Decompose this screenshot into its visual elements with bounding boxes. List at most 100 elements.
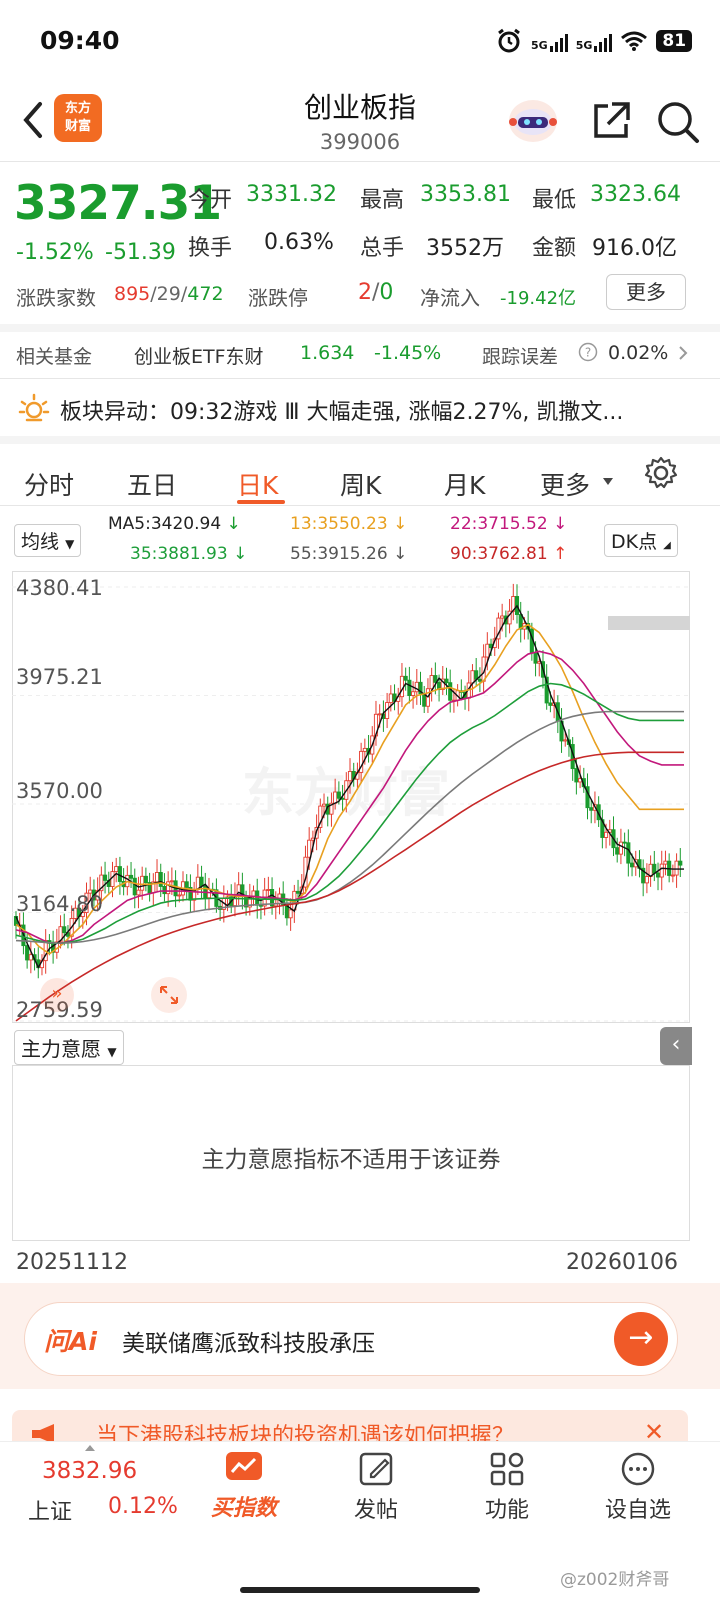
- tab-five-day[interactable]: 五日: [127, 466, 177, 502]
- ma5-value: MA5:3420.94 ↓: [108, 514, 241, 534]
- ma35-text: 35:3881.93: [130, 544, 228, 564]
- candle-body: [429, 675, 434, 690]
- index-price[interactable]: 3832.96: [42, 1458, 137, 1484]
- help-icon[interactable]: ?: [578, 342, 598, 362]
- caret-down-icon[interactable]: [602, 477, 614, 487]
- chevron-right-icon[interactable]: [678, 345, 688, 361]
- candle-body: [589, 807, 594, 811]
- candle-body: [548, 702, 553, 706]
- sector-news[interactable]: 板块异动：09:32游戏 Ⅲ 大幅走强, 涨幅2.27%, 凯撒文...: [60, 394, 700, 426]
- candle-body: [114, 866, 119, 873]
- status-time: 09:40: [40, 26, 120, 55]
- indicator-selector[interactable]: 主力意愿 ▼: [14, 1030, 124, 1065]
- ma55-value: 55:3915.26 ↓: [290, 544, 407, 564]
- candle-body: [251, 890, 256, 897]
- status-bar: 09:40 5G 5G 81: [0, 0, 720, 80]
- breadth-down: 472: [187, 283, 224, 305]
- indicator-message: 主力意愿指标不适用于该证券: [201, 1147, 501, 1173]
- netflow-label: 净流入: [420, 286, 480, 310]
- candle-body: [158, 872, 163, 887]
- y-axis-label-3: 3570.00: [16, 779, 103, 803]
- panel-collapse-icon[interactable]: ‹: [660, 1027, 692, 1065]
- index-change[interactable]: 0.12%: [108, 1494, 178, 1519]
- ma55-down-icon: ↓: [393, 544, 408, 564]
- ma90-text: 90:3762.81: [450, 544, 548, 564]
- dk-point-button[interactable]: DK点 ◢: [604, 524, 678, 557]
- candle-body: [184, 881, 189, 888]
- ma35-down-icon: ↓: [233, 544, 248, 564]
- candle-body: [132, 877, 137, 896]
- candle-body: [652, 863, 657, 874]
- end-date: 20260106: [566, 1250, 678, 1275]
- wifi-icon: [621, 31, 648, 51]
- dk-point-label: DK点: [611, 531, 658, 553]
- volume-value: 3552万: [426, 236, 504, 261]
- search-icon[interactable]: [656, 100, 700, 144]
- news-gap: [0, 436, 720, 444]
- limit-down: 0: [379, 280, 394, 305]
- ma13-value: 13:3550.23 ↓: [290, 514, 407, 534]
- nav-post[interactable]: 发帖: [344, 1450, 408, 1524]
- candle-body: [388, 693, 393, 704]
- settings-gear-icon[interactable]: [644, 456, 678, 490]
- indicator-caret-icon: ▼: [107, 1045, 117, 1059]
- tab-daily-k[interactable]: 日K: [237, 466, 278, 502]
- nav-add-watchlist[interactable]: 设自选: [600, 1450, 676, 1524]
- ma5-text: MA5:3420.94: [108, 514, 222, 534]
- tab-intraday[interactable]: 分时: [24, 466, 74, 502]
- volume-label: 总手: [360, 236, 405, 261]
- section-gap: [0, 324, 720, 332]
- limit-values: 2/0: [358, 280, 393, 305]
- status-icons: 5G 5G 81: [495, 25, 693, 57]
- candle-body: [563, 739, 568, 742]
- candle-body: [199, 876, 204, 887]
- tracking-error-label: 跟踪误差: [482, 346, 559, 368]
- candle-body: [28, 954, 33, 961]
- open-label: 今开: [188, 188, 233, 213]
- ma5-down-icon: ↓: [226, 514, 241, 534]
- tab-more[interactable]: 更多: [540, 466, 590, 502]
- ai-logo: 问Ai: [44, 1327, 97, 1356]
- y-axis-label-2: 3975.21: [16, 665, 103, 689]
- more-button[interactable]: 更多: [606, 274, 686, 310]
- candle-body: [670, 874, 675, 877]
- ai-assistant-icon[interactable]: [508, 98, 558, 144]
- tab-weekly-k[interactable]: 周K: [340, 466, 381, 502]
- funds-divider: [0, 378, 720, 379]
- low-value: 3323.64: [590, 182, 681, 207]
- battery-indicator: 81: [656, 30, 693, 52]
- share-icon[interactable]: [590, 100, 632, 142]
- index-name[interactable]: 上证: [28, 1494, 72, 1526]
- candle-body: [255, 890, 260, 906]
- candle-body: [604, 831, 609, 838]
- candle-body: [470, 670, 475, 684]
- scroll-left-icon[interactable]: »: [40, 978, 74, 1012]
- candle-body: [663, 860, 668, 865]
- expand-icon[interactable]: [150, 976, 188, 1014]
- header-divider: [0, 161, 720, 162]
- ma-selector[interactable]: 均线 ▼: [14, 524, 82, 557]
- tab-monthly-k[interactable]: 月K: [444, 466, 485, 502]
- fund-name[interactable]: 创业板ETF东财: [134, 342, 264, 369]
- candle-body: [362, 747, 367, 752]
- candle-body: [177, 894, 182, 897]
- ai-question-text[interactable]: 美联储鹰派致科技股承压: [122, 1324, 375, 1358]
- candle-body: [674, 860, 679, 876]
- limit-up: 2: [358, 280, 372, 305]
- ai-go-arrow-icon[interactable]: →: [614, 1312, 668, 1366]
- ma13-text: 13:3550.23: [290, 514, 388, 534]
- high-label: 最高: [360, 188, 405, 213]
- nav-functions[interactable]: 功能: [475, 1450, 539, 1524]
- grid-apps-icon: [490, 1452, 524, 1486]
- candle-body: [626, 842, 631, 864]
- candle-body: [143, 875, 148, 884]
- amount-value: 916.0亿: [592, 236, 677, 261]
- candle-body: [321, 803, 327, 807]
- nav-buy-index[interactable]: 买指数: [206, 1450, 282, 1522]
- candle-body: [166, 881, 171, 895]
- kline-chart[interactable]: 东方财富: [12, 571, 690, 1023]
- fund-price: 1.634: [300, 342, 355, 364]
- up-caret-icon: [85, 1445, 95, 1451]
- candle-body: [25, 945, 30, 961]
- candle-body: [615, 847, 620, 855]
